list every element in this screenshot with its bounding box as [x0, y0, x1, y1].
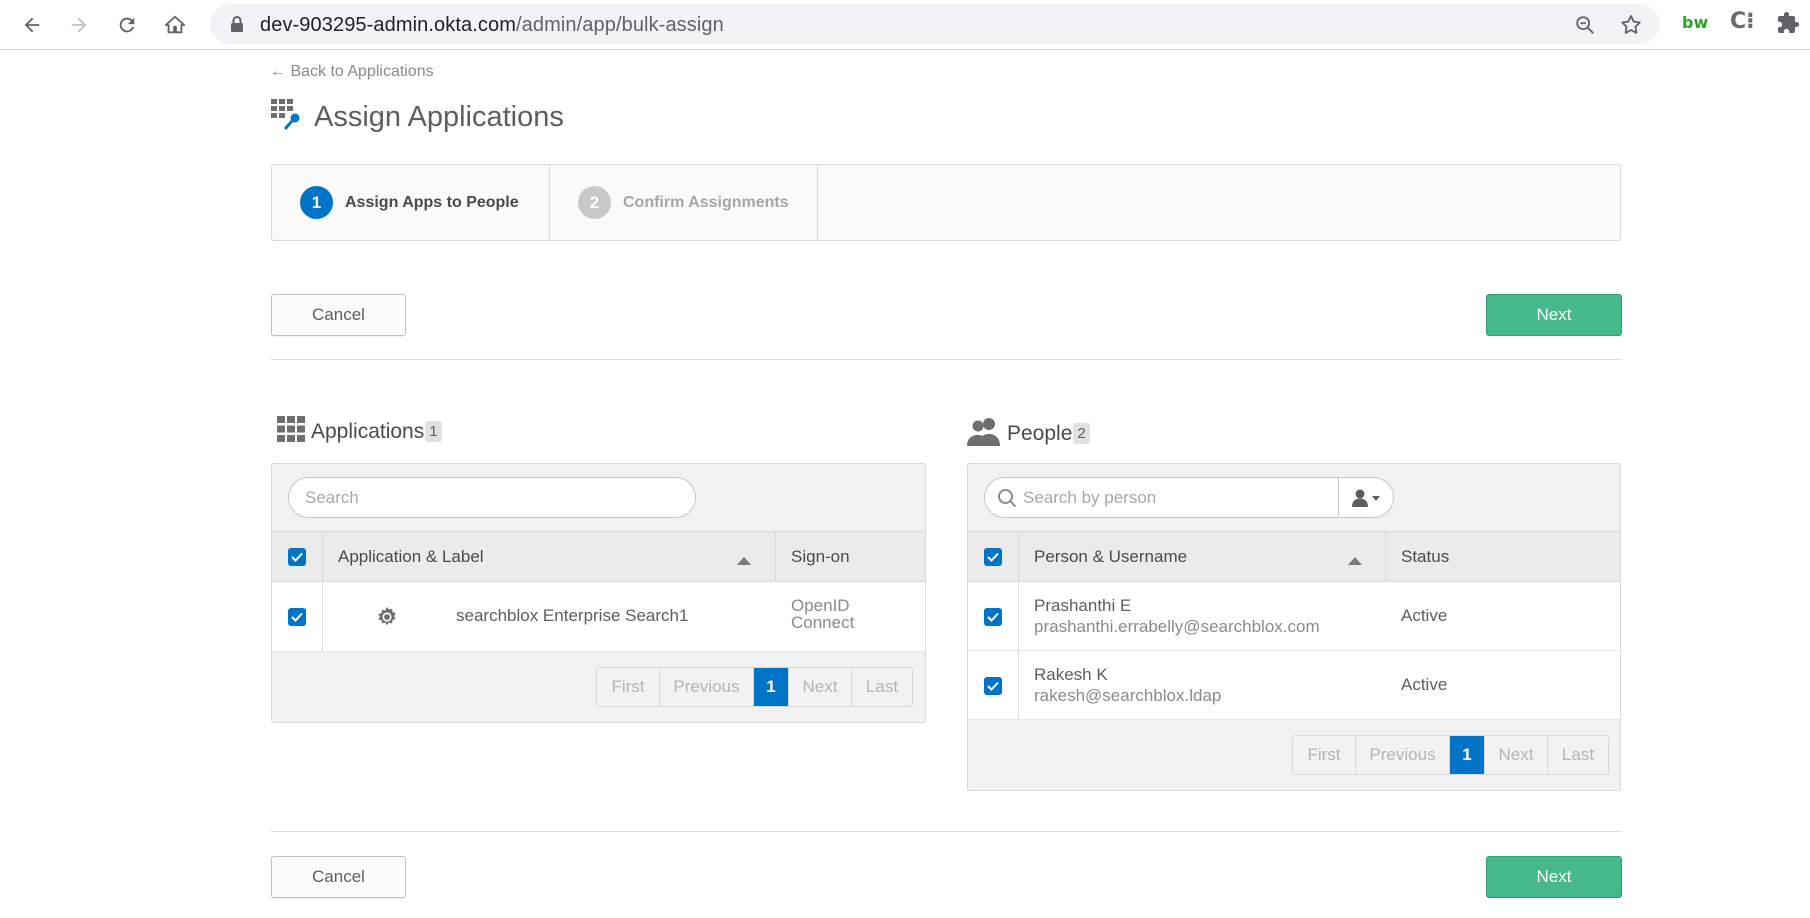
- pager-previous[interactable]: Previous: [1356, 736, 1450, 774]
- assign-apps-icon: [270, 98, 304, 137]
- next-button[interactable]: Next: [1486, 294, 1622, 336]
- step-confirm-assignments: 2 Confirm Assignments: [550, 165, 818, 240]
- step-number: 1: [300, 186, 333, 219]
- table-row[interactable]: Prashanthi E prashanthi.errabelly@search…: [968, 582, 1620, 651]
- pager-first[interactable]: First: [1293, 736, 1356, 774]
- pager-page-1[interactable]: 1: [754, 668, 789, 706]
- url-text: dev-903295-admin.okta.com/admin/app/bulk…: [260, 14, 724, 36]
- people-search-input[interactable]: Search by person: [984, 477, 1394, 518]
- app-name: searchblox Enterprise Search1: [456, 606, 689, 625]
- person-row-checkbox[interactable]: [984, 608, 1002, 626]
- back-to-applications-link[interactable]: ← Back to Applications: [270, 63, 434, 81]
- browser-toolbar: dev-903295-admin.okta.com/admin/app/bulk…: [0, 0, 1810, 50]
- app-row-checkbox[interactable]: [288, 608, 306, 626]
- step-number: 2: [578, 186, 611, 219]
- bitwarden-extension-icon[interactable]: bw: [1682, 13, 1708, 32]
- app-gear-icon: [376, 606, 398, 633]
- divider: [271, 831, 1621, 832]
- sort-ascending-icon[interactable]: [1348, 552, 1362, 570]
- applications-panel: Search Application & Label Sign-on searc…: [271, 463, 926, 723]
- pager-previous[interactable]: Previous: [660, 668, 754, 706]
- applications-header: Applications 1: [277, 416, 442, 447]
- person-name: Prashanthi E: [1034, 596, 1132, 615]
- search-icon: [997, 488, 1017, 513]
- pager-last[interactable]: Last: [1548, 736, 1608, 774]
- table-row[interactable]: searchblox Enterprise Search1 OpenID Conn…: [272, 582, 925, 652]
- column-status[interactable]: Status: [1401, 532, 1449, 581]
- next-button-bottom[interactable]: Next: [1486, 856, 1622, 898]
- person-status: Active: [1401, 606, 1448, 625]
- applications-search-input[interactable]: Search: [288, 477, 696, 518]
- applications-title: Applications: [311, 419, 425, 443]
- people-title: People: [1007, 421, 1073, 445]
- applications-pagination: First Previous 1 Next Last: [596, 667, 913, 707]
- people-panel: Search by person Person & Username Statu…: [967, 463, 1621, 791]
- page-header: Assign Applications: [270, 98, 564, 137]
- pager-next[interactable]: Next: [1485, 736, 1548, 774]
- lock-icon: [230, 15, 244, 38]
- column-sign-on[interactable]: Sign-on: [791, 532, 850, 581]
- step-assign-apps: 1 Assign Apps to People: [272, 165, 550, 240]
- table-row[interactable]: Rakesh K rakesh@searchblox.ldap Active: [968, 651, 1620, 720]
- people-table-header: Person & Username Status: [968, 531, 1620, 582]
- column-person-username[interactable]: Person & Username: [1034, 532, 1187, 581]
- people-icon: [967, 416, 1001, 451]
- step-label: Confirm Assignments: [623, 193, 789, 211]
- back-arrow-icon[interactable]: [15, 8, 49, 42]
- person-name: Rakesh K: [1034, 665, 1108, 684]
- column-application-label[interactable]: Application & Label: [338, 532, 484, 581]
- wizard-steps: 1 Assign Apps to People 2 Confirm Assign…: [271, 164, 1621, 241]
- pager-first[interactable]: First: [597, 668, 660, 706]
- cancel-button[interactable]: Cancel: [271, 294, 406, 336]
- person-status: Active: [1401, 675, 1448, 694]
- cancel-button-bottom[interactable]: Cancel: [271, 856, 406, 898]
- zoom-icon[interactable]: [1574, 14, 1596, 41]
- person-cell: Rakesh K rakesh@searchblox.ldap: [1034, 664, 1221, 706]
- applications-count-badge: 1: [425, 421, 442, 442]
- people-pagination: First Previous 1 Next Last: [1292, 735, 1609, 775]
- pager-page-1[interactable]: 1: [1450, 736, 1485, 774]
- bookmark-star-icon[interactable]: [1619, 13, 1643, 42]
- divider: [271, 359, 1621, 360]
- person-row-checkbox[interactable]: [984, 677, 1002, 695]
- person-username: prashanthi.errabelly@searchblox.com: [1034, 617, 1320, 636]
- select-all-apps-checkbox[interactable]: [288, 548, 306, 566]
- page-title: Assign Applications: [314, 101, 564, 133]
- person-filter-dropdown[interactable]: [1338, 477, 1393, 518]
- people-count-badge: 2: [1073, 423, 1090, 444]
- extension-c-icon[interactable]: C⁝: [1730, 9, 1755, 34]
- select-all-people-checkbox[interactable]: [984, 548, 1002, 566]
- forward-arrow-icon[interactable]: [62, 8, 96, 42]
- pager-last[interactable]: Last: [852, 668, 912, 706]
- people-search-placeholder: Search by person: [1023, 487, 1157, 507]
- address-bar[interactable]: dev-903295-admin.okta.com/admin/app/bulk…: [210, 4, 1660, 44]
- person-cell: Prashanthi E prashanthi.errabelly@search…: [1034, 595, 1320, 637]
- extensions-puzzle-icon[interactable]: [1776, 11, 1800, 40]
- home-icon[interactable]: [158, 8, 192, 42]
- applications-table-header: Application & Label Sign-on: [272, 531, 925, 582]
- app-sign-on: OpenID Connect: [791, 596, 855, 632]
- person-username: rakesh@searchblox.ldap: [1034, 686, 1222, 705]
- people-header: People 2: [967, 416, 1090, 451]
- sort-ascending-icon[interactable]: [737, 552, 751, 570]
- reload-icon[interactable]: [110, 8, 144, 42]
- pager-next[interactable]: Next: [789, 668, 852, 706]
- step-label: Assign Apps to People: [345, 193, 519, 211]
- apps-grid-icon: [277, 416, 305, 447]
